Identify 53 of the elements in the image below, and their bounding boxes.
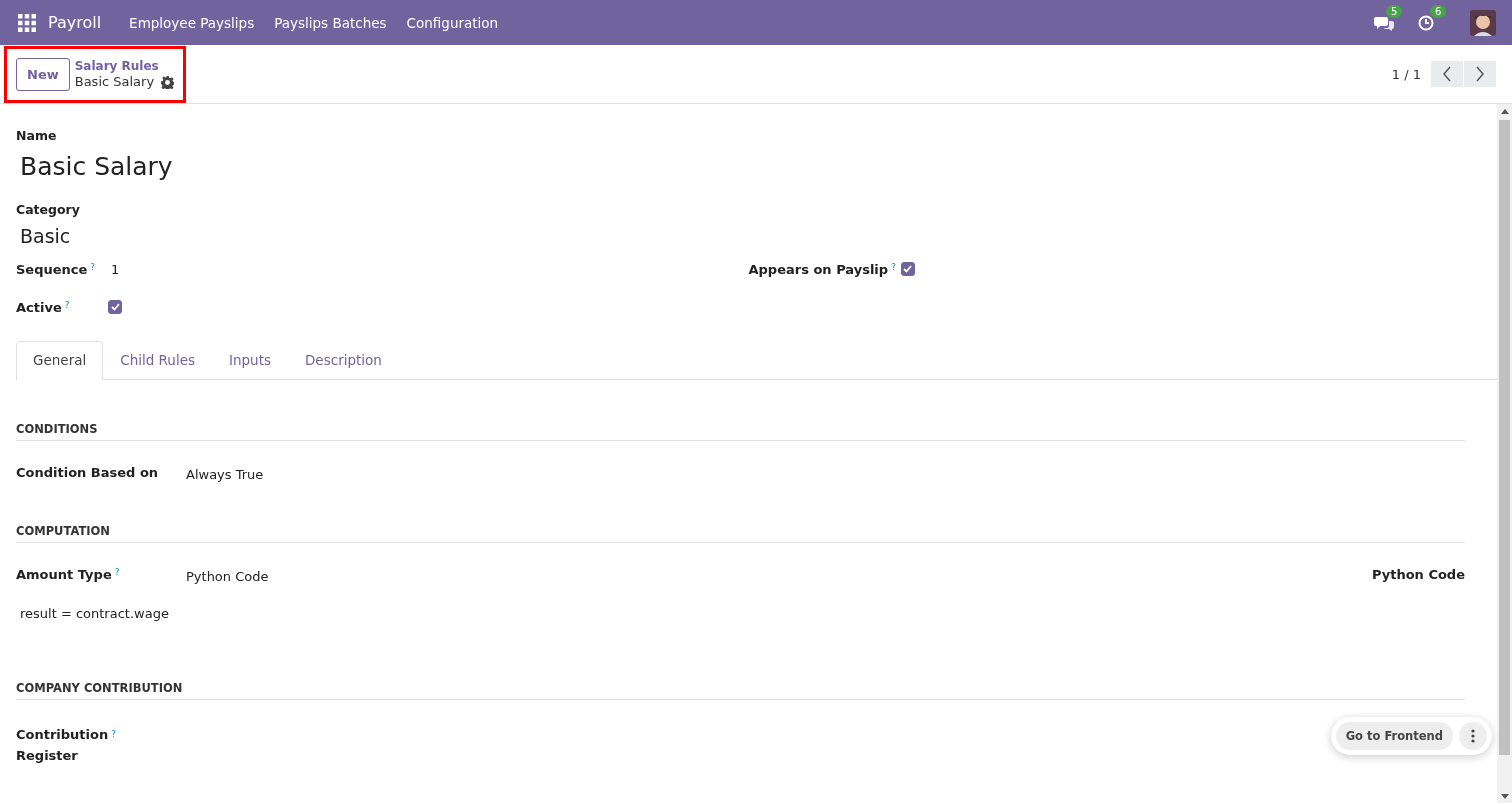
menu-item[interactable]: Employee Payslips (119, 14, 265, 31)
field-label: Amount Type (16, 567, 112, 582)
field-label: Contribution Register (16, 726, 109, 765)
checkbox[interactable] (108, 300, 122, 314)
tab[interactable]: Description (287, 341, 399, 379)
field-label: Sequence (16, 261, 88, 277)
avatar-icon[interactable] (1470, 9, 1496, 36)
record-title: Basic Salary (19, 151, 174, 183)
menu-item[interactable]: Payslips Batches (264, 14, 397, 31)
section-heading: COMPUTATION (16, 524, 1465, 543)
code-text: result = contract.wage (19, 606, 170, 621)
field-label: Condition Based on (16, 465, 159, 480)
breadcrumb-link[interactable]: Salary Rules (74, 58, 175, 74)
field-label: Name (16, 128, 58, 145)
help-tooltip[interactable]: ? (114, 567, 120, 577)
field-value: Always True (186, 466, 264, 482)
scroll-down-arrow-icon[interactable] (1501, 794, 1509, 799)
app-name[interactable]: Payroll (48, 13, 102, 32)
field-value: Python Code (186, 568, 269, 584)
chevron-right-icon (1475, 66, 1485, 82)
help-tooltip[interactable]: ? (90, 261, 96, 272)
tab[interactable]: General (16, 341, 104, 380)
field-label: Category (16, 202, 81, 219)
message-count-badge: 5 (1386, 4, 1403, 18)
next-button[interactable] (1464, 61, 1496, 87)
previous-button[interactable] (1431, 61, 1463, 87)
help-tooltip[interactable]: ? (891, 261, 896, 272)
field-value: Basic (19, 224, 72, 249)
chat-icon[interactable] (1374, 14, 1394, 31)
help-tooltip[interactable]: ? (111, 724, 116, 745)
chevron-left-icon (1442, 66, 1452, 82)
field-label: Active (16, 299, 62, 315)
tab[interactable]: Child Rules (103, 341, 212, 379)
field-label: Python Code (1371, 567, 1465, 582)
section-heading: CONDITIONS (16, 422, 1465, 441)
apps-grid-icon[interactable] (18, 13, 36, 32)
new-button[interactable]: New (16, 57, 70, 91)
go-to-frontend-button[interactable]: Go to Frontend (1335, 722, 1453, 750)
field-value: 1 (110, 261, 120, 277)
checkbox[interactable] (900, 262, 915, 276)
gear-icon[interactable] (161, 75, 175, 89)
section-heading: COMPANY CONTRIBUTION (16, 681, 1465, 700)
clock-icon[interactable] (1418, 14, 1434, 31)
scrollbar[interactable] (1497, 104, 1512, 803)
activity-count-badge: 6 (1430, 4, 1447, 18)
tab[interactable]: Inputs (211, 341, 288, 379)
kebab-menu-icon (1471, 729, 1475, 743)
help-tooltip[interactable]: ? (64, 299, 70, 310)
record-name: Basic Salary (74, 74, 155, 90)
field-label: Appears on Payslip (748, 261, 889, 277)
menu-item[interactable]: Configuration (396, 14, 509, 31)
scroll-up-arrow-icon[interactable] (1501, 109, 1509, 114)
pager-counter: 1 / 1 (1391, 66, 1421, 82)
